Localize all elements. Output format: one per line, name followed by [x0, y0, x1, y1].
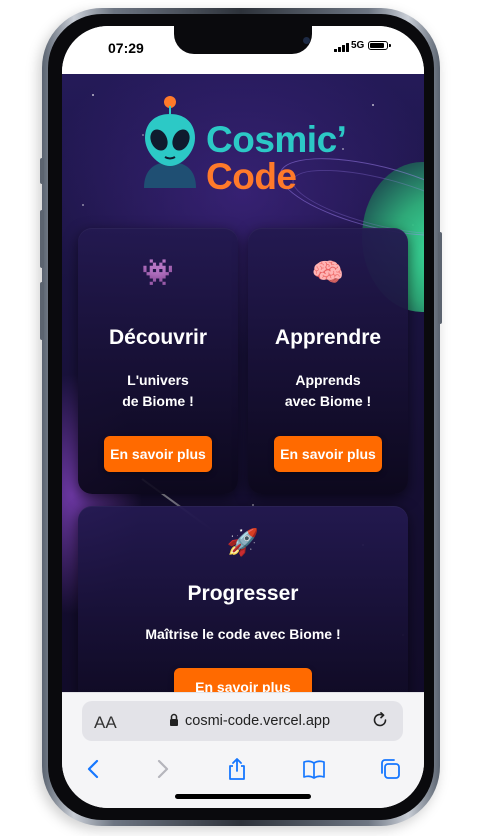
text-size-button[interactable]: AA — [94, 713, 117, 733]
logo-text-cosmic: Cosmic’ — [206, 119, 347, 160]
network-label: 5G — [351, 40, 365, 51]
en-savoir-plus-button[interactable]: En savoir plus — [104, 436, 212, 472]
silent-switch — [40, 158, 44, 184]
reload-icon[interactable] — [371, 711, 389, 729]
card-text: L'univers de Biome ! — [78, 370, 238, 412]
status-time: 07:29 — [108, 40, 144, 56]
url-text[interactable]: cosmi-code.vercel.app — [185, 713, 330, 729]
dynamic-island — [174, 26, 312, 54]
card-progresser: 🚀 Progresser Maîtrise le code avec Biome… — [78, 506, 408, 692]
share-icon[interactable] — [225, 757, 249, 781]
address-bar[interactable]: AA cosmi-code.vercel.app — [82, 701, 403, 741]
card-text-line: L'univers — [127, 372, 189, 388]
tabs-icon[interactable] — [378, 757, 402, 781]
brain-icon: 🧠 — [311, 258, 345, 288]
card-text-line: Apprends — [295, 372, 361, 388]
card-text-line: de Biome ! — [122, 393, 194, 409]
card-apprendre: 🧠 Apprendre Apprends avec Biome ! En sav… — [248, 228, 408, 494]
back-icon[interactable] — [82, 757, 106, 781]
bookmarks-icon[interactable] — [302, 757, 326, 781]
card-title: Découvrir — [108, 326, 208, 349]
rocket-icon: 🚀 — [226, 528, 260, 558]
browser-toolbar: AA cosmi-code.vercel.app — [62, 692, 424, 808]
status-bar: 07:29 5G — [62, 26, 424, 74]
card-title: Progresser — [187, 582, 299, 605]
logo-text-code: Code — [206, 156, 297, 197]
alien-mascot-icon — [144, 96, 196, 188]
forward-icon[interactable] — [150, 757, 174, 781]
card-text-line: avec Biome ! — [284, 393, 372, 409]
logo[interactable]: Cosmic’ Code — [140, 96, 350, 197]
battery-fill — [370, 43, 385, 48]
signal-icon — [334, 43, 349, 52]
power-button — [438, 232, 442, 324]
en-savoir-plus-button[interactable]: En savoir plus — [274, 436, 382, 472]
card-decouvrir: 👾 Découvrir L'univers de Biome ! En savo… — [78, 228, 238, 494]
text-size-label: AA — [94, 713, 117, 732]
web-content[interactable]: Cosmic’ Code 👾 Découvrir L'univers de Bi… — [62, 74, 424, 692]
card-text: Maîtrise le code avec Biome ! — [145, 626, 341, 642]
en-savoir-plus-button[interactable]: En savoir plus — [174, 668, 312, 692]
phone-screen: 07:29 5G Cosmic’ Code 👾 Découvrir L'univ… — [62, 26, 424, 808]
camera-icon — [303, 37, 310, 44]
volume-down-button — [40, 282, 44, 340]
card-title: Apprendre — [274, 326, 382, 349]
volume-up-button — [40, 210, 44, 268]
battery-icon — [368, 41, 391, 50]
home-indicator[interactable] — [175, 794, 311, 799]
card-text: Apprends avec Biome ! — [248, 370, 408, 412]
space-invader-icon: 👾 — [141, 258, 175, 288]
lock-icon — [170, 713, 178, 726]
